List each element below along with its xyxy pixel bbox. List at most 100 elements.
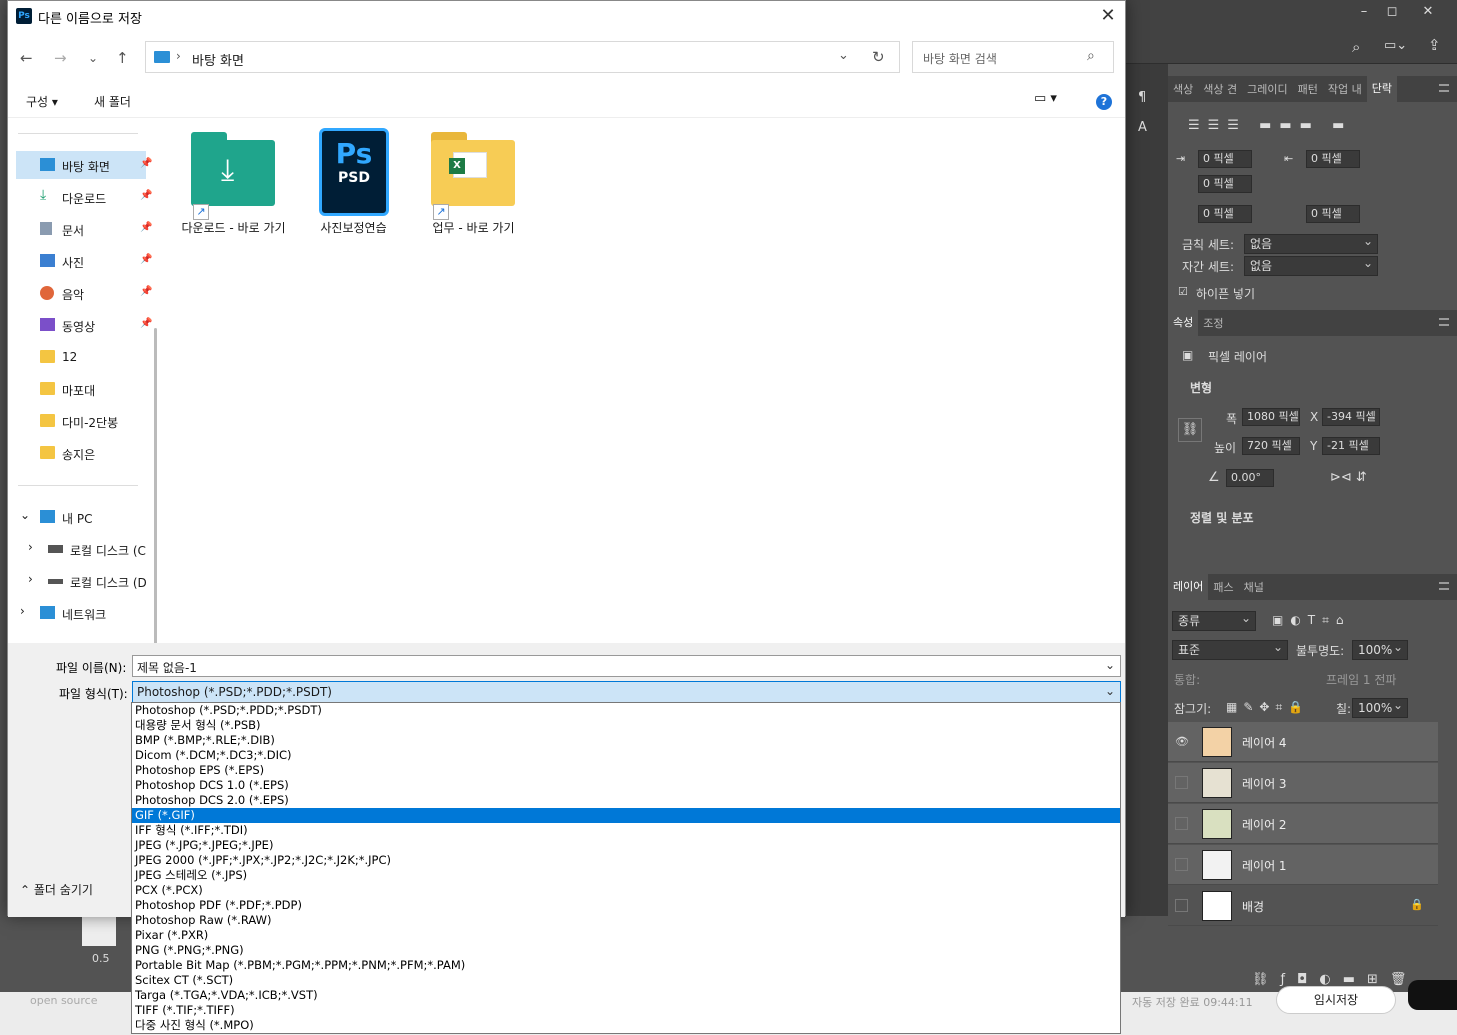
kinsoku-select[interactable]: 없음 [1244,232,1378,254]
visibility-toggle[interactable] [1175,776,1188,789]
sidebar-item-folder-dami[interactable]: 다미-2단봉 [16,407,146,435]
pin-icon[interactable]: 📌 [140,318,152,329]
filetype-option[interactable]: Photoshop PDF (*.PDF;*.PDP) [132,898,1120,913]
tab-gradients[interactable]: 그레이디 [1242,81,1292,97]
fill-field[interactable]: 100% [1352,696,1408,718]
new-folder-button[interactable]: 새 폴더 [94,93,131,110]
tab-paragraph[interactable]: 단락 [1366,76,1397,102]
layer-bottom-icons[interactable]: ⛓ƒ◘◐▬⊞🗑 [1252,972,1418,987]
tab-channels[interactable]: 채널 [1239,579,1269,595]
blend-mode-select[interactable]: 표준 [1172,638,1288,660]
filetype-option[interactable]: Photoshop DCS 1.0 (*.EPS) [132,778,1120,793]
recent-chevron-down-icon[interactable]: ⌄ [88,51,98,65]
filetype-option[interactable]: JPEG 스테레오 (*.JPS) [132,868,1120,883]
pin-icon[interactable]: 📌 [140,190,152,201]
address-chevron-down-icon[interactable]: ⌄ [838,48,849,63]
layer-kind-filter[interactable]: 종류 [1172,609,1256,631]
filetype-option[interactable]: Dicom (*.DCM;*.DC3;*.DIC) [132,748,1120,763]
filetype-option[interactable]: Targa (*.TGA;*.VDA;*.ICB;*.VST) [132,988,1120,1003]
refresh-icon[interactable]: ↻ [872,48,885,66]
search-input[interactable]: 바탕 화면 검색 [923,50,997,67]
align-icons[interactable]: ☰☰☰ ▬▬▬ ▬ [1188,118,1352,133]
tab-properties[interactable]: 속성 [1168,310,1199,336]
paragraph-icon[interactable]: ¶ [1138,90,1146,105]
angle-field[interactable]: 0.00° [1226,469,1274,487]
filetype-option[interactable]: IFF 형식 (*.IFF;*.TDI) [132,823,1120,838]
layer-row-3[interactable]: 레이어 3 [1168,763,1438,803]
flip-icons[interactable]: ⊳⊲ ⇵ [1330,470,1367,485]
transform-heading[interactable]: 변형 [1190,379,1212,396]
height-field[interactable]: 720 픽셀 [1242,437,1300,455]
workspace-icon[interactable]: ▭⌄ [1384,38,1407,53]
sidebar-item-documents[interactable]: 문서 📌 [16,215,152,243]
tab-adjustments[interactable]: 조정 [1198,315,1228,331]
help-icon[interactable]: ? [1096,94,1112,110]
width-field[interactable]: 1080 픽셀 [1242,408,1300,426]
forward-icon[interactable]: → [54,49,67,67]
filetype-select[interactable]: Photoshop (*.PSD;*.PDD;*.PSDT) ⌄ [132,681,1121,703]
propagate-frame-label[interactable]: 프레임 1 전파 [1326,671,1396,688]
filetype-option[interactable]: PCX (*.PCX) [132,883,1120,898]
organize-button[interactable]: 구성 ▾ [26,93,58,110]
sidebar-item-folder-songjieun[interactable]: 송지은 [16,439,146,467]
filetype-option[interactable]: Portable Bit Map (*.PBM;*.PGM;*.PPM;*.PN… [132,958,1120,973]
indent-right-field[interactable]: 0 픽셀 [1306,150,1360,168]
sidebar-item-network[interactable]: › 네트워크 [16,599,146,627]
filetype-option[interactable]: 다중 사진 형식 (*.MPO) [132,1018,1120,1033]
up-icon[interactable]: ↑ [116,49,129,67]
pin-icon[interactable]: 📌 [140,254,152,265]
close-icon[interactable]: ✕ [1414,2,1442,22]
panel-menu-icon[interactable] [1439,84,1449,92]
chevron-down-icon[interactable]: ⌄ [1105,684,1115,698]
filetype-option[interactable]: JPEG 2000 (*.JPF;*.JPX;*.JP2;*.J2C;*.J2K… [132,853,1120,868]
eye-icon[interactable]: 👁 [1174,735,1190,749]
layer-row-2[interactable]: 레이어 2 [1168,804,1438,844]
view-options-icon[interactable]: ▭ ▾ [1034,91,1057,106]
indent-first-field[interactable]: 0 픽셀 [1198,175,1252,193]
pin-icon[interactable]: 📌 [140,158,152,169]
close-icon[interactable]: ✕ [1097,5,1119,27]
filetype-option[interactable]: Photoshop DCS 2.0 (*.EPS) [132,793,1120,808]
sidebar-item-music[interactable]: 음악 📌 [16,279,152,307]
filename-value[interactable]: 제목 없음-1 [137,661,197,675]
filetype-option[interactable]: 대용량 문서 형식 (*.PSB) [132,718,1120,733]
sidebar-item-videos[interactable]: 동영상 📌 [16,311,152,339]
tab-color[interactable]: 색상 [1168,81,1198,97]
filetype-option[interactable]: GIF (*.GIF) [132,808,1120,823]
filetype-option[interactable]: PNG (*.PNG;*.PNG) [132,943,1120,958]
pin-icon[interactable]: 📌 [140,222,152,233]
link-icon[interactable]: ⛓ [1178,418,1202,442]
chevron-right-icon[interactable]: › [20,604,25,618]
visibility-toggle[interactable] [1175,899,1188,912]
filetype-option[interactable]: Pixar (*.PXR) [132,928,1120,943]
filetype-value[interactable]: Photoshop (*.PSD;*.PDD;*.PSDT) [137,685,332,699]
zoom-level[interactable]: 0.5 [92,952,110,965]
layer-filter-icons[interactable]: ▣◐T⌗⌂ [1272,613,1351,628]
opacity-field[interactable]: 100% [1352,638,1408,660]
chevron-down-icon[interactable]: ⌄ [20,508,30,522]
filetype-option[interactable]: TIFF (*.TIF;*.TIFF) [132,1003,1120,1018]
filetype-option[interactable]: Scitex CT (*.SCT) [132,973,1120,988]
sidebar-item-desktop[interactable]: 바탕 화면 📌 [16,151,152,179]
mojikumi-select[interactable]: 없음 [1244,254,1378,276]
search-icon[interactable]: ⌕ [1352,38,1360,56]
lock-icons[interactable]: ▦✎✥⌗🔒 [1226,700,1309,715]
filetype-option[interactable]: Photoshop (*.PSD;*.PDD;*.PSDT) [132,703,1120,718]
panel-menu-icon[interactable] [1439,318,1449,326]
sidebar-item-drive-c[interactable]: › 로컬 디스크 (C [24,535,156,563]
tab-patterns[interactable]: 패턴 [1293,81,1323,97]
address-bar[interactable]: › 바탕 화면 ⌄ ↻ [145,41,900,73]
back-icon[interactable]: ← [20,49,33,67]
search-icon[interactable]: ⌕ [1087,48,1095,64]
tab-layers[interactable]: 레이어 [1168,574,1209,600]
share-icon[interactable]: ⇪ [1428,36,1441,54]
maximize-icon[interactable]: ◻ [1378,2,1406,22]
sidebar-item-folder-mapo[interactable]: 마포대 [16,375,146,403]
filetype-option[interactable]: JPEG (*.JPG;*.JPEG;*.JPE) [132,838,1120,853]
space-before-field[interactable]: 0 픽셀 [1198,205,1252,223]
panel-menu-icon[interactable] [1439,582,1449,590]
address-path[interactable]: 바탕 화면 [192,50,244,69]
filename-input[interactable]: 제목 없음-1 ⌄ [132,655,1121,677]
chevron-right-icon[interactable]: › [28,572,33,586]
filetype-option[interactable]: BMP (*.BMP;*.RLE;*.DIB) [132,733,1120,748]
